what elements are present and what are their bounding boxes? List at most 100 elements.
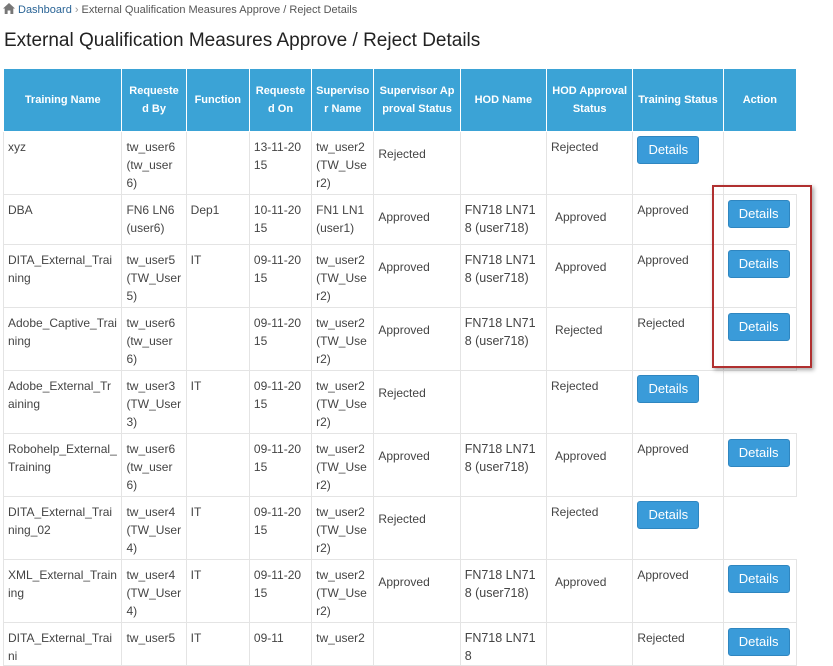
cell-hod-status: Rejected xyxy=(545,131,634,195)
cell-training-name: DITA_External_Training xyxy=(2,244,123,308)
cell-training-status: Approved xyxy=(632,433,724,497)
cell-requested-by: tw_user6 (tw_user6) xyxy=(121,131,187,195)
details-button[interactable]: Details xyxy=(727,200,790,228)
cell-action: Details xyxy=(722,433,798,497)
cell-action: Details xyxy=(722,559,798,623)
cell-supervisor-name: tw_user2 (TW_User2) xyxy=(311,370,375,434)
cell-hod-name xyxy=(459,131,548,195)
cell-action: Details xyxy=(722,244,798,308)
cell-requested-by: tw_user4 (TW_User4) xyxy=(121,496,187,560)
col-header-requested-on[interactable]: Requeste d On xyxy=(248,68,313,132)
details-button[interactable]: Details xyxy=(727,250,790,278)
cell-supervisor-status: Approved xyxy=(373,559,461,623)
cell-function: Dep1 xyxy=(185,194,250,245)
cell-supervisor-name: tw_user2 (TW_User2) xyxy=(311,496,375,560)
col-header-training-status[interactable]: Training Status xyxy=(632,68,724,132)
cell-function: IT xyxy=(185,559,250,623)
cell-hod-status: Approved xyxy=(545,244,634,308)
cell-requested-on: 10-11-2015 xyxy=(248,194,313,245)
cell-supervisor-name: tw_user2 (TW_User2) xyxy=(311,559,375,623)
cell-supervisor-status: Approved xyxy=(373,307,461,371)
cell-function xyxy=(185,433,250,497)
cell-function xyxy=(185,307,250,371)
col-header-action: Action xyxy=(722,68,798,132)
cell-function: IT xyxy=(185,244,250,308)
home-icon xyxy=(3,3,15,17)
col-header-function[interactable]: Function xyxy=(185,68,250,132)
details-button[interactable]: Details xyxy=(727,565,790,593)
cell-training-status: Details xyxy=(632,496,724,560)
details-button[interactable]: Details xyxy=(727,313,790,341)
cell-requested-by: tw_user6 (tw_user6) xyxy=(121,433,187,497)
cell-function: IT xyxy=(185,370,250,434)
cell-supervisor-name: tw_user2 xyxy=(311,622,375,666)
page-title: External Qualification Measures Approve … xyxy=(4,30,481,51)
cell-supervisor-status: Approved xyxy=(373,194,461,245)
breadcrumb-current: External Qualification Measures Approve … xyxy=(81,4,358,16)
cell-training-name: DITA_External_Traini xyxy=(2,622,123,666)
cell-requested-by: tw_user5 (TW_User5) xyxy=(121,244,187,308)
col-header-training-name[interactable]: Training Name xyxy=(2,68,123,132)
cell-training-status: Rejected xyxy=(632,307,724,371)
details-button[interactable]: Details xyxy=(727,628,790,656)
cell-hod-status: Approved xyxy=(545,194,634,245)
table-row: Adobe_External_Training tw_user3 (TW_User… xyxy=(2,370,797,434)
cell-hod-name: FN718 LN718 (user718) xyxy=(459,433,548,497)
cell-hod-name xyxy=(459,496,548,560)
cell-requested-by: tw_user5 xyxy=(121,622,187,666)
table-row: DITA_External_Traini tw_user5 IT 09-11 tw_us… xyxy=(2,622,798,666)
breadcrumb-dashboard-link[interactable]: Dashboard xyxy=(18,4,72,16)
cell-training-name: Robohelp_External_Training xyxy=(2,433,123,497)
cell-training-name: XML_External_Training xyxy=(2,559,123,623)
cell-hod-name: FN718 LN718 xyxy=(459,622,548,666)
table-row: DITA_External_Training tw_user5 (TW_User5… xyxy=(2,244,798,308)
details-button[interactable]: Details xyxy=(727,439,790,467)
cell-action: Details xyxy=(722,622,798,666)
cell-requested-by: tw_user4 (TW_User4) xyxy=(121,559,187,623)
cell-requested-on: 09-11-2015 xyxy=(248,307,313,371)
cell-supervisor-status: Rejected xyxy=(373,496,461,560)
cell-action: Details xyxy=(722,194,798,245)
cell-hod-status xyxy=(545,622,634,666)
details-button[interactable]: Details xyxy=(637,501,700,529)
cell-supervisor-status: Rejected xyxy=(373,370,461,434)
cell-function: IT xyxy=(185,496,250,560)
col-header-requested-by[interactable]: Requeste d By xyxy=(121,68,187,132)
table-row: xyz tw_user6 (tw_user6) 13-11-2015 tw_user2… xyxy=(2,131,797,195)
chevron-right-icon: › xyxy=(74,4,79,16)
cell-training-status: Details xyxy=(632,370,724,434)
cell-requested-on: 09-11-2015 xyxy=(248,370,313,434)
table-header-row: Training Name Requeste d By Function Req… xyxy=(2,68,798,132)
cell-hod-status: Approved xyxy=(545,433,634,497)
cell-supervisor-name: FN1 LN1 (user1) xyxy=(311,194,375,245)
details-button[interactable]: Details xyxy=(637,375,700,403)
cell-hod-name: FN718 LN718 (user718) xyxy=(459,307,548,371)
cell-requested-on: 09-11-2015 xyxy=(248,244,313,308)
cell-supervisor-name: tw_user2 (TW_User2) xyxy=(311,131,375,195)
table-row: Robohelp_External_Training tw_user6 (tw_u… xyxy=(2,433,798,497)
details-button[interactable]: Details xyxy=(637,136,700,164)
cell-action xyxy=(723,132,796,195)
col-header-hod-approval-status[interactable]: HOD Approval Status xyxy=(545,68,634,132)
cell-hod-name xyxy=(459,370,548,434)
cell-requested-on: 09-11-2015 xyxy=(248,496,313,560)
cell-function: IT xyxy=(185,622,250,666)
cell-training-name: Adobe_External_Training xyxy=(2,370,123,434)
cell-training-status: Approved xyxy=(632,194,724,245)
col-header-hod-name[interactable]: HOD Name xyxy=(459,68,548,132)
cell-requested-by: FN6 LN6 (user6) xyxy=(121,194,187,245)
cell-training-status: Details xyxy=(632,131,724,195)
cell-requested-on: 13-11-2015 xyxy=(248,131,313,195)
cell-action: Details xyxy=(722,307,798,371)
table-row: XML_External_Training tw_user4 (TW_User4)… xyxy=(2,559,798,623)
table-row: DITA_External_Training_02 tw_user4 (TW_Us… xyxy=(2,496,797,560)
col-header-supervisor-approval-status[interactable]: Supervisor Approval Status xyxy=(373,68,461,132)
cell-hod-status: Approved xyxy=(545,559,634,623)
col-header-supervisor-name[interactable]: Superviso r Name xyxy=(311,68,375,132)
cell-training-status: Approved xyxy=(632,559,724,623)
cell-supervisor-status: Rejected xyxy=(373,131,461,195)
approvals-table: Training Name Requeste d By Function Req… xyxy=(2,68,798,666)
cell-supervisor-status: Approved xyxy=(373,244,461,308)
breadcrumb: Dashboard › External Qualification Measu… xyxy=(3,3,357,17)
cell-hod-name: FN718 LN718 (user718) xyxy=(459,559,548,623)
